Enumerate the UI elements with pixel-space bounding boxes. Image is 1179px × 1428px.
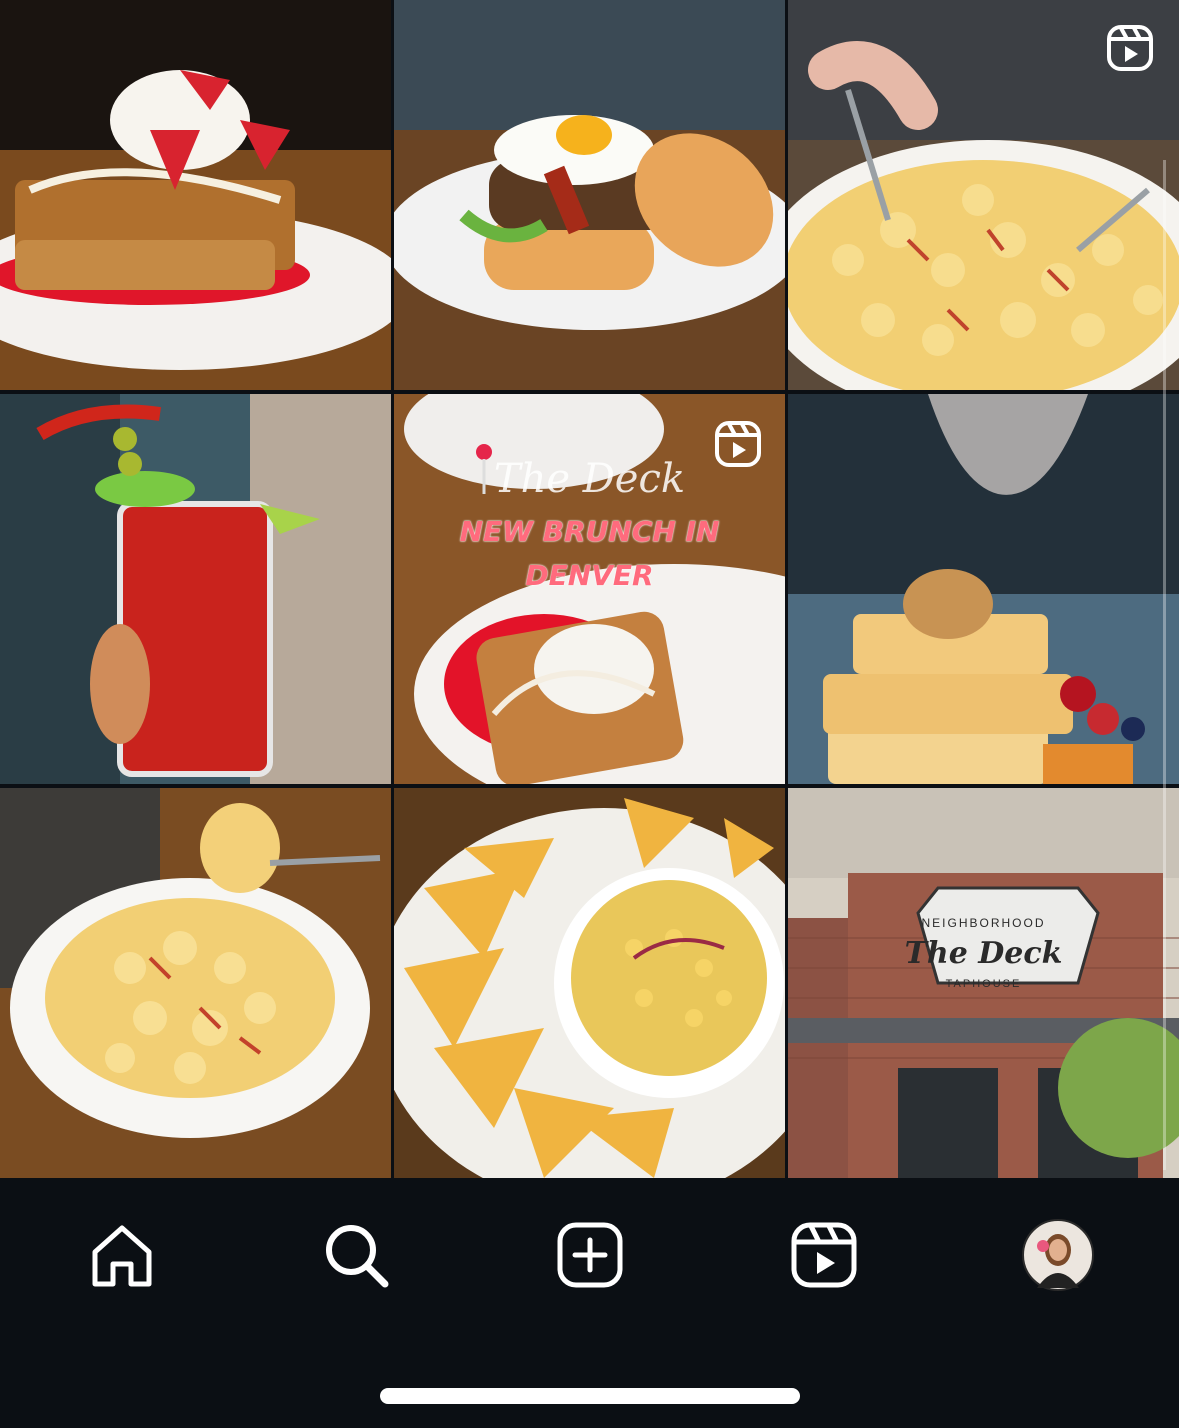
grid-post-mac-cheese-reel[interactable] bbox=[788, 0, 1179, 390]
search-icon bbox=[326, 1225, 389, 1288]
home-icon bbox=[92, 1225, 152, 1287]
reel-badge-icon bbox=[1107, 25, 1153, 71]
sign-bottom-text: TAPHOUSE bbox=[945, 978, 1022, 990]
sign-main-text: The Deck bbox=[904, 936, 1063, 971]
grid-post-waffles[interactable] bbox=[788, 394, 1179, 784]
tab-create[interactable] bbox=[550, 1215, 630, 1295]
grid-post-brunch-reel[interactable]: The Deck NEW BRUNCH IN DENVER bbox=[394, 394, 785, 784]
create-icon bbox=[557, 1222, 623, 1288]
grid-post-storefront[interactable]: NEIGHBORHOOD The Deck TAPHOUSE bbox=[788, 788, 1179, 1178]
profile-avatar bbox=[1022, 1219, 1094, 1291]
grid-post-chips-dip[interactable] bbox=[394, 788, 785, 1178]
home-indicator[interactable] bbox=[380, 1388, 800, 1404]
reel-headline-line2: DENVER bbox=[525, 559, 654, 592]
tab-reels[interactable] bbox=[784, 1215, 864, 1295]
reels-icon bbox=[791, 1222, 857, 1288]
tab-search[interactable] bbox=[316, 1215, 396, 1295]
tab-profile[interactable] bbox=[1018, 1215, 1098, 1295]
grid-post-bloody-mary[interactable] bbox=[0, 394, 391, 784]
grid-post-mac-cheese-bowl[interactable] bbox=[0, 788, 391, 1178]
sign-top-text: NEIGHBORHOOD bbox=[921, 916, 1046, 930]
grid-post-french-toast[interactable] bbox=[0, 0, 391, 390]
scroll-indicator bbox=[1163, 160, 1166, 1170]
photo-grid: The Deck NEW BRUNCH IN DENVER NEIGHBORHO… bbox=[0, 0, 1179, 1179]
reel-badge-icon bbox=[715, 421, 761, 467]
reel-headline-line1: NEW BRUNCH IN bbox=[459, 515, 720, 548]
tab-home[interactable] bbox=[82, 1215, 162, 1295]
grid-post-burger[interactable] bbox=[394, 0, 785, 390]
